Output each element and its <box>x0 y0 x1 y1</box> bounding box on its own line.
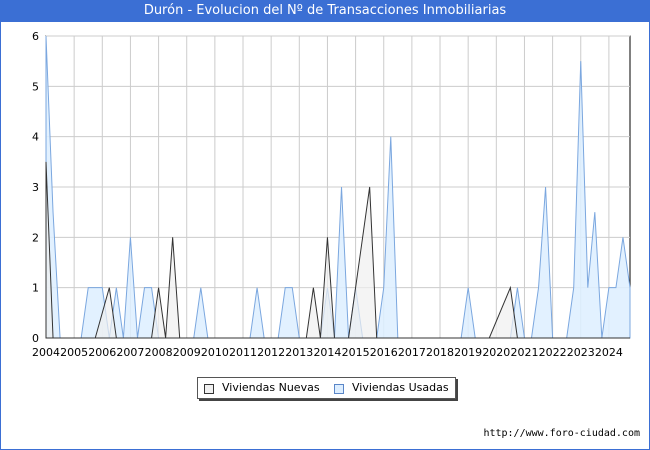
source-url: http://www.foro-ciudad.com <box>483 428 640 439</box>
legend: Viviendas Nuevas Viviendas Usadas <box>197 377 456 399</box>
x-tick-label: 2006 <box>88 346 116 359</box>
x-tick-label: 2013 <box>285 346 313 359</box>
legend-label-usadas: Viviendas Usadas <box>352 381 449 394</box>
x-tick-label: 2011 <box>229 346 257 359</box>
x-tick-label: 2024 <box>595 346 623 359</box>
legend-label-nuevas: Viviendas Nuevas <box>222 381 320 394</box>
x-tick-label: 2005 <box>60 346 88 359</box>
x-tick-label: 2004 <box>32 346 60 359</box>
x-axis-ticks: 2004 2005 2006 2007 2008 2009 2010 2011 2012 2013… <box>32 346 623 359</box>
x-tick-label: 2007 <box>116 346 144 359</box>
y-tick-label: 3 <box>32 181 39 194</box>
y-axis-ticks: 0 1 2 3 4 5 6 <box>32 30 39 345</box>
x-tick-label: 2022 <box>539 346 567 359</box>
x-tick-label: 2016 <box>370 346 398 359</box>
x-tick-label: 2015 <box>342 346 370 359</box>
legend-swatch-usadas <box>334 384 344 394</box>
x-tick-label: 2019 <box>454 346 482 359</box>
x-tick-label: 2018 <box>426 346 454 359</box>
y-tick-label: 5 <box>32 80 39 93</box>
y-tick-label: 4 <box>32 131 39 144</box>
y-tick-label: 2 <box>32 231 39 244</box>
legend-swatch-nuevas <box>204 384 214 394</box>
x-tick-label: 2012 <box>257 346 285 359</box>
x-tick-label: 2023 <box>567 346 595 359</box>
x-tick-label: 2017 <box>398 346 426 359</box>
x-tick-label: 2009 <box>173 346 201 359</box>
x-tick-label: 2010 <box>201 346 229 359</box>
y-tick-label: 1 <box>32 282 39 295</box>
x-tick-label: 2014 <box>313 346 341 359</box>
x-tick-label: 2020 <box>482 346 510 359</box>
x-tick-label: 2008 <box>145 346 173 359</box>
y-tick-label: 0 <box>32 332 39 345</box>
y-tick-label: 6 <box>32 30 39 43</box>
x-tick-label: 2021 <box>510 346 538 359</box>
